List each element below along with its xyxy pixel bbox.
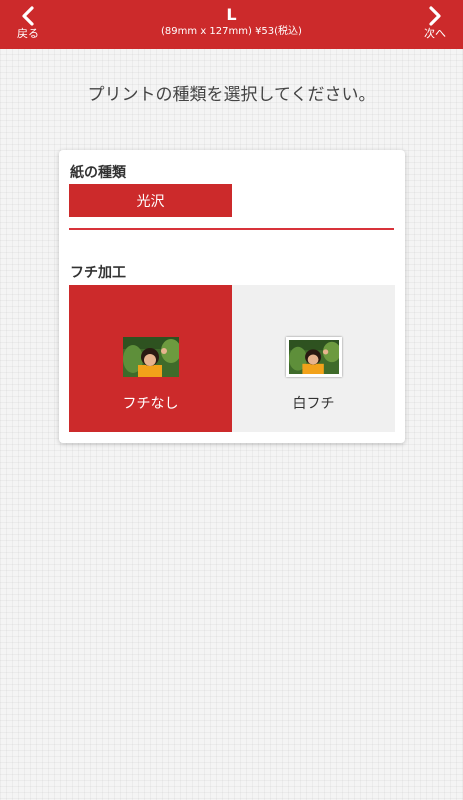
top-bar: 戻る L (89mm x 127mm) ¥53(税込) 次へ [0, 0, 463, 49]
section-divider [69, 228, 394, 230]
border-option-white[interactable]: 白フチ [232, 285, 395, 432]
back-button[interactable]: 戻る [0, 0, 56, 49]
photo-thumbnail-white-border-icon [285, 337, 342, 377]
paper-option-glossy[interactable]: 光沢 [69, 184, 232, 217]
instruction-text: プリントの種類を選択してください。 [87, 85, 376, 105]
border-type-label: フチ加工 [70, 265, 126, 281]
border-option-white-label: 白フチ [292, 396, 335, 412]
paper-type-label: 紙の種類 [70, 165, 126, 181]
size-price-subtitle: (89mm x 127mm) ¥53(税込) [161, 26, 302, 37]
title-block: L (89mm x 127mm) ¥53(税込) [60, 6, 403, 38]
page-title: L [226, 5, 237, 24]
next-label: 次へ [424, 27, 446, 40]
border-option-borderless[interactable]: フチなし [69, 285, 232, 432]
print-options-card: 紙の種類 光沢 フチ加工 フチなし 白フチ [59, 150, 405, 443]
border-option-borderless-label: フチなし [122, 396, 179, 412]
next-button[interactable]: 次へ [407, 0, 463, 49]
chevron-left-icon [22, 6, 34, 26]
chevron-right-icon [429, 6, 441, 26]
back-label: 戻る [17, 27, 39, 40]
photo-thumbnail-borderless-icon [122, 337, 179, 377]
